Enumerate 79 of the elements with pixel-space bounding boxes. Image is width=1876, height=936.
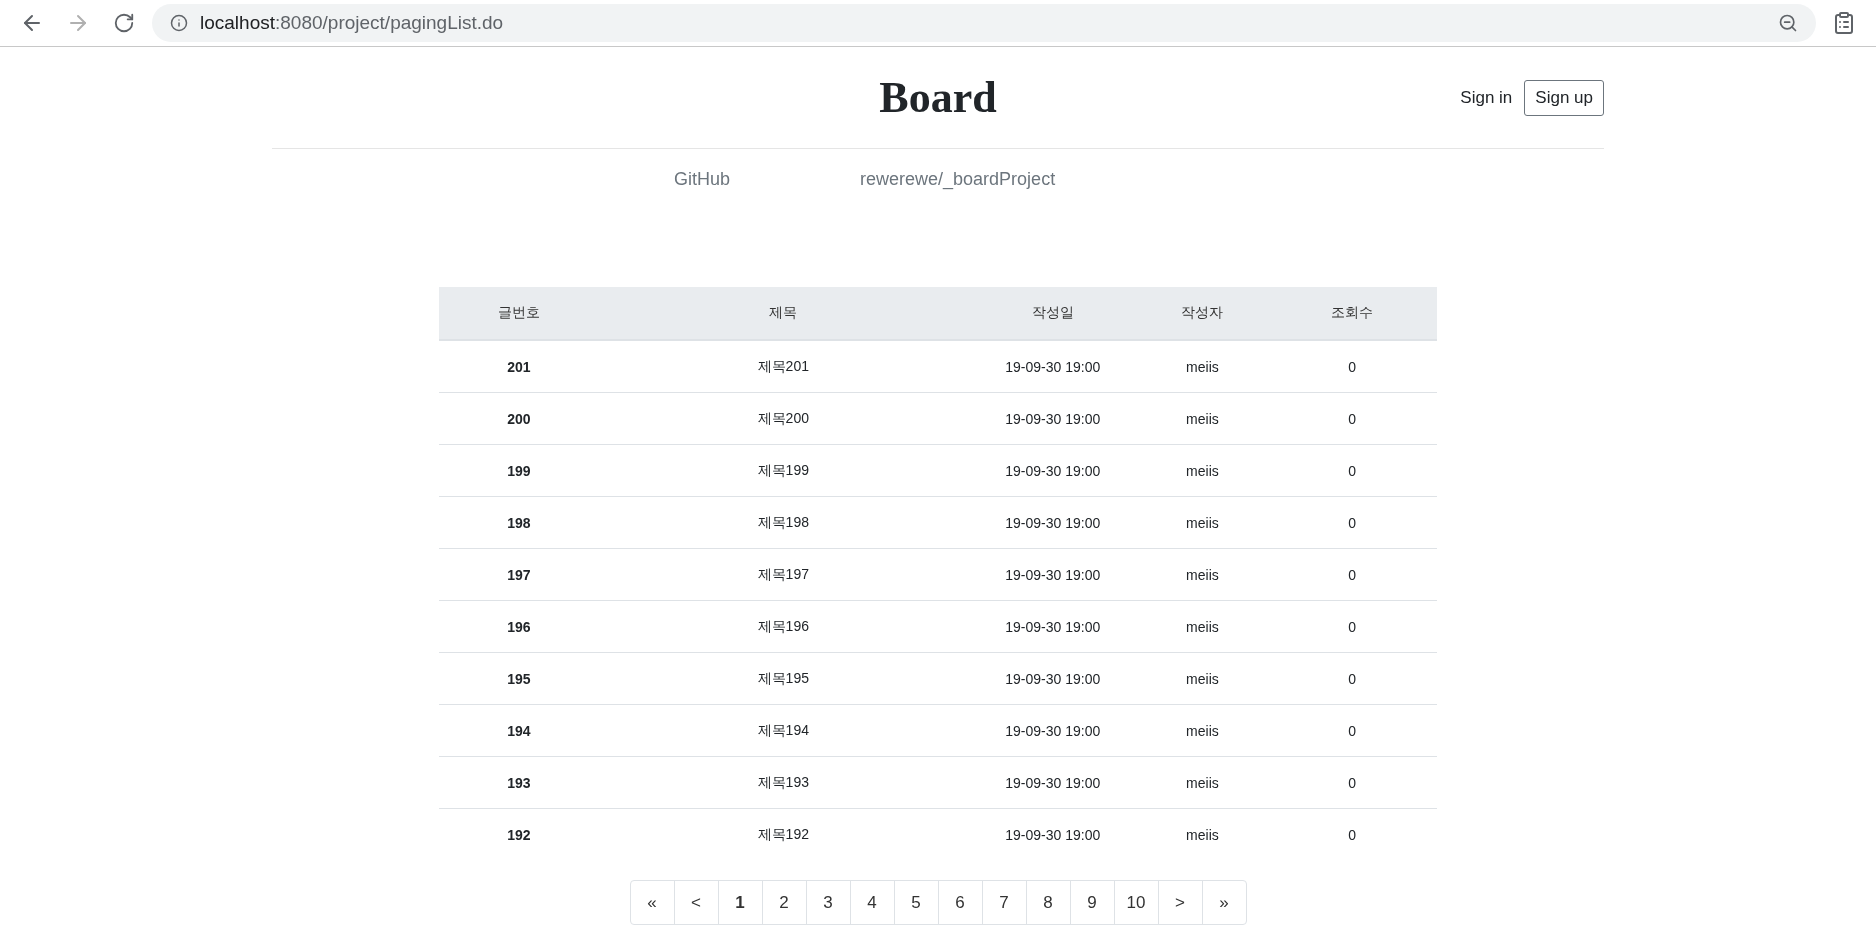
page-link[interactable]: 4: [849, 881, 894, 924]
sign-in-link[interactable]: Sign in: [1460, 87, 1513, 108]
table-cell: 0: [1267, 548, 1437, 601]
table-cell: 19-09-30 19:00: [967, 340, 1138, 393]
column-header: 작성자: [1137, 287, 1268, 340]
page-link[interactable]: 10: [1113, 881, 1158, 924]
table-cell: 19-09-30 19:00: [967, 548, 1138, 601]
table-cell: 199: [439, 444, 599, 497]
table-cell: meiis: [1137, 600, 1268, 653]
table-cell: meiis: [1137, 392, 1268, 445]
page-link[interactable]: >: [1157, 881, 1202, 924]
table-cell: 0: [1267, 496, 1437, 549]
table-cell: 200: [439, 392, 599, 445]
post-title-link[interactable]: 제목196: [598, 600, 968, 653]
sign-up-button[interactable]: Sign up: [1524, 79, 1604, 116]
table-cell: 201: [439, 340, 599, 393]
table-cell: meiis: [1137, 704, 1268, 757]
url-path: :8080/project/pagingList.do: [275, 12, 504, 34]
table-cell: 0: [1267, 392, 1437, 445]
page-link[interactable]: <: [673, 881, 718, 924]
page-link[interactable]: 1: [717, 881, 762, 924]
page-link[interactable]: »: [1201, 881, 1246, 924]
table-cell: 196: [439, 600, 599, 653]
post-title-link[interactable]: 제목198: [598, 496, 968, 549]
table-cell: meiis: [1137, 444, 1268, 497]
post-title-link[interactable]: 제목195: [598, 652, 968, 705]
table-cell: 0: [1267, 704, 1437, 757]
table-cell: meiis: [1137, 652, 1268, 705]
page-link[interactable]: 6: [937, 881, 982, 924]
post-title-link[interactable]: 제목192: [598, 808, 968, 860]
table-cell: 19-09-30 19:00: [967, 392, 1138, 445]
table-cell: meiis: [1137, 808, 1268, 860]
zoom-icon[interactable]: [1778, 13, 1798, 33]
table-cell: meiis: [1137, 756, 1268, 809]
table-cell: 19-09-30 19:00: [967, 600, 1138, 653]
column-header: 글번호: [439, 287, 599, 340]
table-cell: 195: [439, 652, 599, 705]
table-cell: 19-09-30 19:00: [967, 444, 1138, 497]
table-cell: meiis: [1137, 548, 1268, 601]
table-cell: 198: [439, 496, 599, 549]
table-cell: 0: [1267, 600, 1437, 653]
page-link[interactable]: 3: [805, 881, 850, 924]
column-header: 조회수: [1267, 287, 1437, 340]
table-cell: 0: [1267, 444, 1437, 497]
page-link[interactable]: 2: [761, 881, 806, 924]
post-title-link[interactable]: 제목194: [598, 704, 968, 757]
info-icon: [170, 14, 188, 32]
post-title-link[interactable]: 제목199: [598, 444, 968, 497]
table-cell: 19-09-30 19:00: [967, 756, 1138, 809]
address-bar[interactable]: localhost:8080/project/pagingList.do: [152, 4, 1816, 42]
post-title-link[interactable]: 제목201: [598, 340, 968, 393]
column-header: 제목: [598, 287, 968, 340]
table-cell: 193: [439, 756, 599, 809]
table-cell: 19-09-30 19:00: [967, 496, 1138, 549]
table-cell: 192: [439, 808, 599, 860]
table-cell: 0: [1267, 340, 1437, 393]
table-cell: 19-09-30 19:00: [967, 704, 1138, 757]
table-cell: meiis: [1137, 496, 1268, 549]
page-title: Board: [879, 72, 997, 123]
table-cell: 19-09-30 19:00: [967, 808, 1138, 860]
post-title-link[interactable]: 제목197: [598, 548, 968, 601]
page-link[interactable]: 7: [981, 881, 1026, 924]
table-cell: 0: [1267, 808, 1437, 860]
page-link[interactable]: «: [630, 881, 674, 924]
nav-link[interactable]: GitHub: [674, 169, 731, 190]
column-header: 작성일: [967, 287, 1138, 340]
post-title-link[interactable]: 제목193: [598, 756, 968, 809]
table-cell: 197: [439, 548, 599, 601]
page-link[interactable]: 5: [893, 881, 938, 924]
page-link[interactable]: 9: [1069, 881, 1114, 924]
table-cell: 194: [439, 704, 599, 757]
table-cell: 19-09-30 19:00: [967, 652, 1138, 705]
table-cell: 0: [1267, 756, 1437, 809]
nav-link[interactable]: rewerewe/_boardProject: [860, 169, 1056, 190]
table-cell: 0: [1267, 652, 1437, 705]
table-cell: meiis: [1137, 340, 1268, 393]
url-host: localhost: [200, 12, 275, 34]
page-link[interactable]: 8: [1025, 881, 1070, 924]
post-title-link[interactable]: 제목200: [598, 392, 968, 445]
